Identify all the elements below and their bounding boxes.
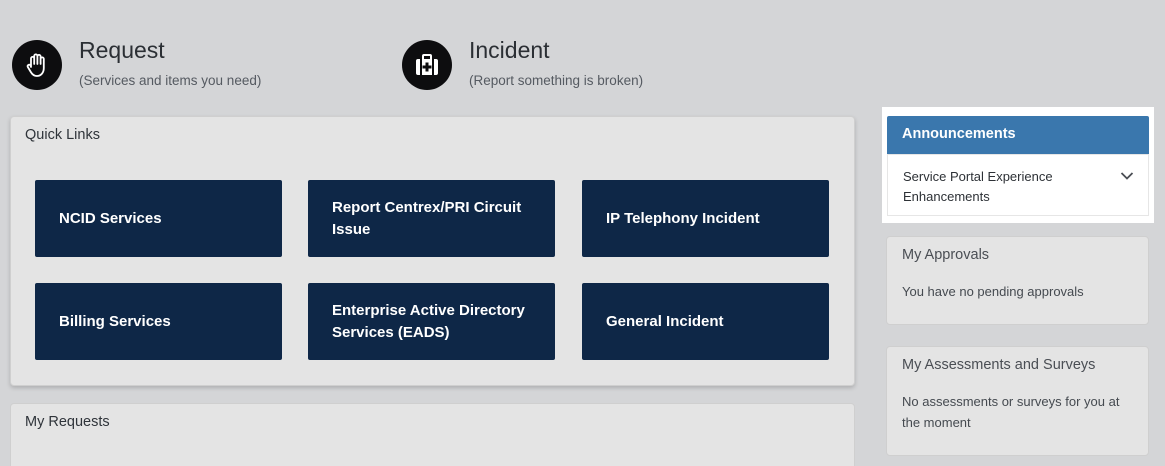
quick-links-heading: Quick Links xyxy=(25,127,100,143)
quick-link-eads[interactable]: Enterprise Active Directory Services (EA… xyxy=(308,283,555,360)
announcements-widget: Announcements Service Portal Experience … xyxy=(882,107,1154,223)
announcement-item-title: Service Portal Experience Enhancements xyxy=(903,169,1053,204)
request-subtitle: (Services and items you need) xyxy=(79,73,262,88)
my-approvals-message: You have no pending approvals xyxy=(902,284,1084,299)
my-requests-panel: My Requests xyxy=(10,403,855,466)
quick-link-ip-telephony[interactable]: IP Telephony Incident xyxy=(582,180,829,257)
my-approvals-heading: My Approvals xyxy=(902,247,990,263)
quick-link-report-centrex[interactable]: Report Centrex/PRI Circuit Issue xyxy=(308,180,555,257)
incident-subtitle: (Report something is broken) xyxy=(469,73,644,88)
my-assessments-message: No assessments or surveys for you at the… xyxy=(902,394,1120,430)
announcements-heading: Announcements xyxy=(887,116,1149,154)
quick-link-ncid-services[interactable]: NCID Services xyxy=(35,180,282,257)
announcement-item[interactable]: Service Portal Experience Enhancements xyxy=(887,154,1149,216)
request-title: Request xyxy=(79,37,165,63)
my-requests-heading: My Requests xyxy=(25,414,110,430)
my-approvals-panel: My Approvals You have no pending approva… xyxy=(886,236,1149,325)
chevron-down-icon[interactable] xyxy=(1120,167,1134,187)
raised-hand-icon xyxy=(12,40,62,90)
request-action[interactable]: Request (Services and items you need) xyxy=(12,36,261,90)
quick-link-general-incident[interactable]: General Incident xyxy=(582,283,829,360)
incident-title: Incident xyxy=(469,37,550,63)
incident-action[interactable]: Incident (Report something is broken) xyxy=(402,36,643,90)
service-portal-home: Request (Services and items you need) In… xyxy=(0,0,1165,466)
quick-links-panel: Quick Links NCID Services Report Centrex… xyxy=(10,116,855,386)
my-assessments-heading: My Assessments and Surveys xyxy=(902,357,1096,373)
quick-link-billing-services[interactable]: Billing Services xyxy=(35,283,282,360)
first-aid-kit-icon xyxy=(402,40,452,90)
my-assessments-panel: My Assessments and Surveys No assessment… xyxy=(886,346,1149,456)
